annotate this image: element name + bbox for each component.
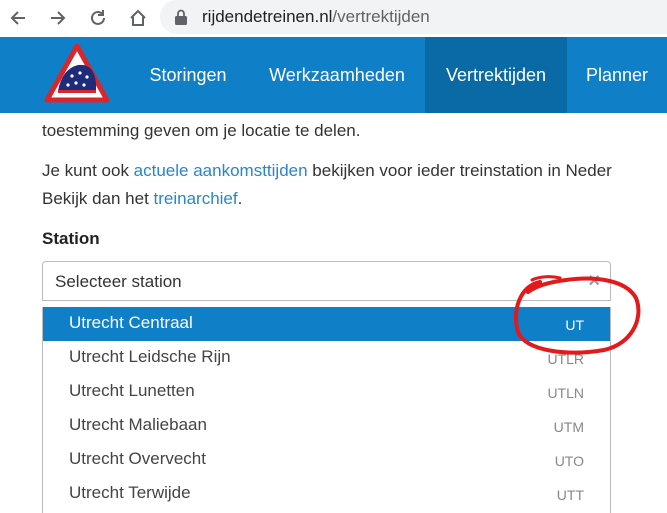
station-option-name: Utrecht Terwijde (69, 483, 191, 502)
train-archive-link[interactable]: treinarchief (154, 189, 238, 208)
station-option-utrecht-terwijde[interactable]: Utrecht Terwijde UTT (43, 477, 610, 511)
station-dropdown: Utrecht Centraal UT Utrecht Leidsche Rij… (42, 307, 611, 513)
station-option-utrecht-overvecht[interactable]: Utrecht Overvecht UTO (43, 443, 610, 477)
intro-text-line: toestemming geven om je locatie te delen… (42, 121, 361, 140)
paragraph-text: bekijken voor ieder treinstation in Nede… (307, 161, 612, 180)
station-option-name: Utrecht Leidsche Rijn (69, 347, 231, 366)
arrival-times-paragraph: Je kunt ook actuele aankomsttijden bekij… (42, 161, 612, 181)
menu-item-planner[interactable]: Planner (567, 37, 667, 113)
menu-item-vertrektijden[interactable]: Vertrektijden (425, 37, 567, 113)
home-button[interactable] (126, 6, 150, 30)
archive-paragraph: Bekijk dan het treinarchief. (42, 189, 242, 209)
station-select-placeholder: Selecteer station (55, 272, 182, 291)
station-option-code: UT (565, 317, 584, 333)
station-option-code: UTO (554, 453, 584, 469)
url-path: /vertrektijden (332, 7, 430, 26)
back-button[interactable] (6, 6, 30, 30)
station-option-name: Utrecht Overvecht (69, 449, 206, 468)
station-option-utrecht-maliebaan[interactable]: Utrecht Maliebaan UTM (43, 409, 610, 443)
arrow-right-icon (51, 11, 66, 25)
reload-icon (91, 10, 105, 25)
station-option-utrecht-centraal[interactable]: Utrecht Centraal UT (43, 307, 610, 341)
menu-item-werkzaamheden[interactable]: Werkzaamheden (249, 37, 425, 113)
menu-item-label: Storingen (149, 64, 227, 85)
paragraph-text: Bekijk dan het (42, 189, 154, 208)
site-header: Storingen Werkzaamheden Vertrektijden Pl… (0, 37, 667, 113)
station-label: Station (42, 229, 100, 248)
menu-item-label: Vertrektijden (445, 64, 547, 85)
arrival-times-link[interactable]: actuele aankomsttijden (134, 161, 308, 180)
paragraph-text: . (237, 189, 243, 208)
arrow-left-icon (10, 11, 25, 25)
station-option-name: Utrecht Centraal (69, 313, 193, 332)
clear-icon[interactable]: × (588, 270, 600, 293)
address-bar[interactable]: rijdendetreinen.nl/vertrektijden (160, 0, 667, 34)
home-icon (130, 9, 146, 26)
lock-icon (175, 9, 187, 25)
reload-button[interactable] (86, 6, 110, 30)
paragraph-text: Je kunt ook (42, 161, 134, 180)
menu-item-label: Werkzaamheden (269, 64, 405, 85)
station-option-code: UTLN (547, 385, 584, 401)
menu-item-label: Planner (586, 64, 649, 85)
station-option-code: UTM (553, 419, 584, 435)
url-domain: rijdendetreinen.nl (202, 7, 333, 26)
station-option-code: UTT (556, 487, 584, 503)
station-option-name: Utrecht Lunetten (69, 381, 195, 400)
browser-toolbar: rijdendetreinen.nl/vertrektijden (0, 0, 667, 36)
station-option-utrecht-lunetten[interactable]: Utrecht Lunetten UTLN (43, 375, 610, 409)
station-option-utrecht-leidsche-rijn[interactable]: Utrecht Leidsche Rijn UTLR (43, 341, 610, 375)
station-option-code: UTLR (547, 351, 584, 367)
station-select[interactable]: Selecteer station × (42, 261, 611, 301)
site-logo-icon[interactable] (44, 43, 110, 103)
menu-item-storingen[interactable]: Storingen (127, 37, 249, 113)
url-text: rijdendetreinen.nl/vertrektijden (202, 7, 430, 27)
forward-button[interactable] (46, 6, 70, 30)
station-option-name: Utrecht Maliebaan (69, 415, 207, 434)
